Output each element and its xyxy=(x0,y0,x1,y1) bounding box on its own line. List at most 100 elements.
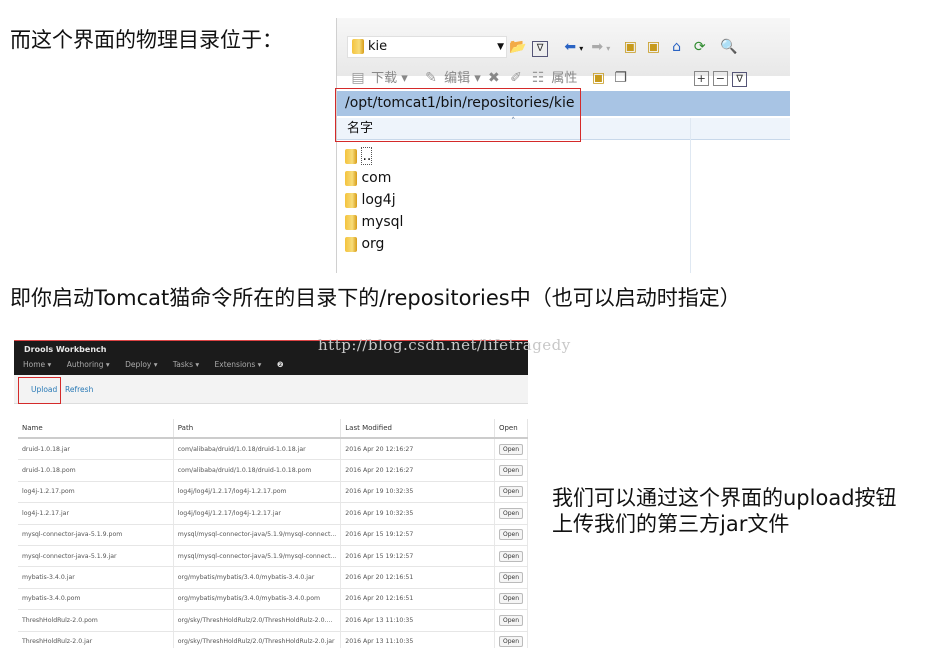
table-row: log4j-1.2.17.jar log4j/log4j/1.2.17/log4j… xyxy=(18,502,528,525)
open-button[interactable]: Open xyxy=(498,636,523,648)
nav-toolbar-icons: 📂 ∇ ⬅ ▾ ➡ ▾ ▣ ▣ ⌂ ⟳ 🔍 xyxy=(509,36,738,57)
row-name: log4j-1.2.17.jar xyxy=(18,502,174,525)
row-open-cell: Open xyxy=(494,438,528,461)
list-item-label: mysql xyxy=(361,214,404,230)
list-item-parent[interactable]: .. xyxy=(345,145,403,167)
forward-dropdown-icon[interactable]: ▾ xyxy=(606,44,610,53)
edit-button[interactable]: 编辑 xyxy=(444,71,470,86)
row-path: mysql/mysql-connector-java/5.1.9/mysql-c… xyxy=(173,545,342,568)
row-name: ThreshHoldRulz-2.0.jar xyxy=(18,631,174,648)
list-item[interactable]: mysql xyxy=(345,211,403,233)
parent-folder-icon[interactable]: ▣ xyxy=(621,38,639,56)
delete-icon[interactable]: ✖ xyxy=(485,69,503,87)
row-last-modified: 2016 Apr 20 12:16:27 xyxy=(340,459,495,482)
properties-icon[interactable]: ☷ xyxy=(529,69,547,87)
file-list: .. com log4j mysql org xyxy=(345,145,403,255)
table-row: log4j-1.2.17.pom log4j/log4j/1.2.17/log4j… xyxy=(18,481,528,504)
list-item[interactable]: com xyxy=(345,167,403,189)
copy-icon[interactable]: ❐ xyxy=(612,69,630,87)
row-last-modified: 2016 Apr 15 19:12:57 xyxy=(340,545,495,568)
nav-extensions[interactable]: Extensions ▾ xyxy=(215,360,262,369)
expand-icon[interactable]: + xyxy=(693,71,709,86)
row-last-modified: 2016 Apr 15 19:12:57 xyxy=(340,524,495,546)
address-combobox[interactable]: kie ▼ xyxy=(347,36,507,58)
row-path: com/alibaba/druid/1.0.18/druid-1.0.18.po… xyxy=(173,459,342,482)
row-open-cell: Open xyxy=(494,545,528,568)
address-value: kie xyxy=(368,39,388,54)
row-last-modified: 2016 Apr 20 12:16:27 xyxy=(340,438,495,461)
column-path[interactable]: Path xyxy=(173,419,342,439)
open-button[interactable]: Open xyxy=(498,593,523,605)
row-last-modified: 2016 Apr 20 12:16:51 xyxy=(340,566,495,589)
search-icon[interactable]: 🔍 xyxy=(720,38,738,56)
table-header-row: Name Path Last Modified Open xyxy=(18,419,528,439)
row-last-modified: 2016 Apr 20 12:16:51 xyxy=(340,588,495,611)
column-last-modified[interactable]: Last Modified xyxy=(340,419,495,439)
row-path: com/alibaba/druid/1.0.18/druid-1.0.18.ja… xyxy=(173,438,342,461)
row-open-cell: Open xyxy=(494,459,528,482)
row-name: mysql-connector-java-5.1.9.jar xyxy=(18,545,174,568)
open-button[interactable]: Open xyxy=(498,465,523,477)
dropdown-arrow-icon[interactable]: ▼ xyxy=(497,37,504,57)
refresh-icon[interactable]: ⟳ xyxy=(691,38,709,56)
home-icon[interactable]: ⌂ xyxy=(668,38,686,56)
open-button[interactable]: Open xyxy=(498,614,523,626)
caption-repositories-location: 即你启动Tomcat猫命令所在的目录下的/repositories中（也可以启动… xyxy=(10,286,741,310)
folder-icon xyxy=(345,236,357,252)
list-item[interactable]: org xyxy=(345,233,403,255)
column-open: Open xyxy=(494,419,528,439)
table-row: ThreshHoldRulz-2.0.pom org/sky/ThreshHold… xyxy=(18,609,528,632)
row-path: log4j/log4j/1.2.17/log4j-1.2.17.pom xyxy=(173,481,342,504)
refresh-button[interactable]: Refresh xyxy=(65,385,93,394)
open-button[interactable]: Open xyxy=(498,529,523,541)
drools-workbench-window: Drools Workbench Home ▾ Authoring ▾ Depl… xyxy=(14,340,528,648)
list-item-label: com xyxy=(361,170,392,186)
open-button[interactable]: Open xyxy=(498,550,523,562)
forward-arrow-icon[interactable]: ➡ xyxy=(588,38,606,56)
open-button[interactable]: Open xyxy=(498,507,523,519)
highlight-path-box xyxy=(335,88,581,142)
row-name: log4j-1.2.17.pom xyxy=(18,481,174,504)
nav-home[interactable]: Home ▾ xyxy=(23,360,51,369)
table-row: ThreshHoldRulz-2.0.jar org/sky/ThreshHold… xyxy=(18,631,528,648)
column-name[interactable]: Name xyxy=(18,419,174,439)
filter-dropdown-icon[interactable]: ∇ xyxy=(732,72,748,87)
artifact-table: Name Path Last Modified Open druid-1.0.1… xyxy=(18,419,528,648)
nav-deploy[interactable]: Deploy ▾ xyxy=(125,360,157,369)
highlight-upload-box xyxy=(18,377,61,404)
open-button[interactable]: Open xyxy=(498,443,523,455)
edit-icon[interactable]: ✎ xyxy=(422,69,440,87)
root-folder-icon[interactable]: ▣ xyxy=(645,38,663,56)
row-path: log4j/log4j/1.2.17/log4j-1.2.17.jar xyxy=(173,502,342,525)
parent-folder-icon xyxy=(345,148,357,164)
back-dropdown-icon[interactable]: ▾ xyxy=(579,44,583,53)
collapse-icon[interactable]: − xyxy=(712,71,728,86)
row-path: org/sky/ThreshHoldRulz/2.0/ThreshHoldRul… xyxy=(173,631,342,648)
row-name: mysql-connector-java-5.1.9.pom xyxy=(18,524,174,546)
download-button[interactable]: 下载 xyxy=(371,71,397,86)
workbench-brand[interactable]: Drools Workbench xyxy=(24,345,106,354)
row-name: druid-1.0.18.pom xyxy=(18,459,174,482)
open-button[interactable]: Open xyxy=(498,572,523,584)
open-button[interactable]: Open xyxy=(498,486,523,498)
folder-icon xyxy=(345,170,357,186)
row-open-cell: Open xyxy=(494,524,528,546)
folder-up-icon[interactable]: 📂 xyxy=(509,38,527,56)
row-name: druid-1.0.18.jar xyxy=(18,438,174,461)
nav-tasks[interactable]: Tasks ▾ xyxy=(173,360,199,369)
download-icon[interactable]: ▤ xyxy=(349,69,367,87)
nav-authoring[interactable]: Authoring ▾ xyxy=(67,360,110,369)
filter-icon[interactable]: ∇ xyxy=(532,41,549,57)
row-last-modified: 2016 Apr 19 10:32:35 xyxy=(340,502,495,525)
back-arrow-icon[interactable]: ⬅ xyxy=(561,38,579,56)
caption-upload-instruction-line1: 我们可以通过这个界面的upload按钮 xyxy=(552,486,897,510)
rename-icon[interactable]: ✐ xyxy=(507,69,525,87)
help-icon[interactable]: ❷ xyxy=(277,360,284,369)
file-action-toolbar: ▤ 下载 ▾ ✎ 编辑 ▾ ✖ ✐ ☷ 属性 ▣ ❐ + − ∇ xyxy=(337,68,790,90)
row-open-cell: Open xyxy=(494,502,528,525)
caption-physical-directory: 而这个界面的物理目录位于： xyxy=(10,28,283,52)
properties-button[interactable]: 属性 xyxy=(551,71,577,86)
new-folder-icon[interactable]: ▣ xyxy=(589,69,607,87)
folder-icon xyxy=(345,214,357,230)
list-item[interactable]: log4j xyxy=(345,189,403,211)
